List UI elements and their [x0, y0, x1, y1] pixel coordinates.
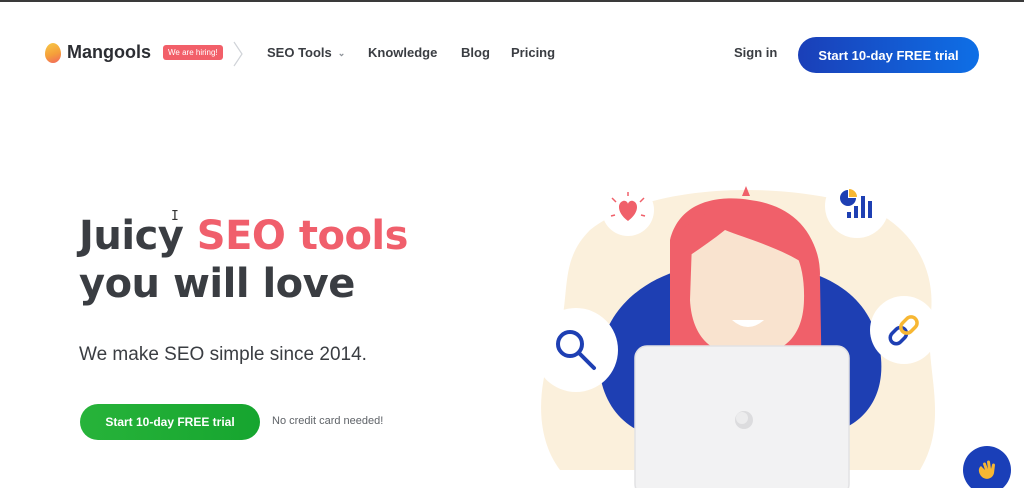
- brand-name: Mangools: [67, 42, 151, 62]
- start-trial-button-header[interactable]: Start 10-day FREE trial: [798, 37, 979, 73]
- no-credit-card-note: No credit card needed!: [272, 415, 384, 427]
- nav-item-blog[interactable]: Blog: [461, 45, 490, 60]
- brand-logo[interactable]: Mangools: [45, 42, 151, 63]
- hero-title-accent: SEO tools: [196, 213, 409, 259]
- top-navigation: Mangools We are hiring! SEO Tools ⌄ Knowl…: [0, 2, 1024, 102]
- hero-title-line2: you will love: [79, 261, 355, 307]
- chat-widget-button[interactable]: [963, 446, 1011, 488]
- hero-title-plain: Juicy: [79, 213, 197, 259]
- nav-item-pricing[interactable]: Pricing: [511, 45, 555, 60]
- nav-item-seo-tools[interactable]: SEO Tools ⌄: [267, 45, 345, 60]
- hero-subtitle: We make SEO simple since 2014.: [79, 344, 367, 365]
- chevron-down-icon: ⌄: [337, 48, 346, 58]
- hiring-badge[interactable]: We are hiring!: [163, 45, 223, 60]
- hero-illustration: [534, 174, 938, 488]
- mangools-logo-icon: [45, 42, 61, 63]
- hero-title: Juicy SEO tools you will love: [79, 212, 408, 308]
- sign-in-link[interactable]: Sign in: [734, 45, 777, 60]
- wave-hand-icon: [978, 460, 995, 479]
- nav-item-knowledge[interactable]: Knowledge: [368, 45, 437, 60]
- search-bubble: [534, 308, 618, 392]
- nav-separator-icon: [233, 41, 243, 67]
- start-trial-button-hero[interactable]: Start 10-day FREE trial: [80, 404, 260, 440]
- nav-item-label: SEO Tools: [267, 45, 332, 60]
